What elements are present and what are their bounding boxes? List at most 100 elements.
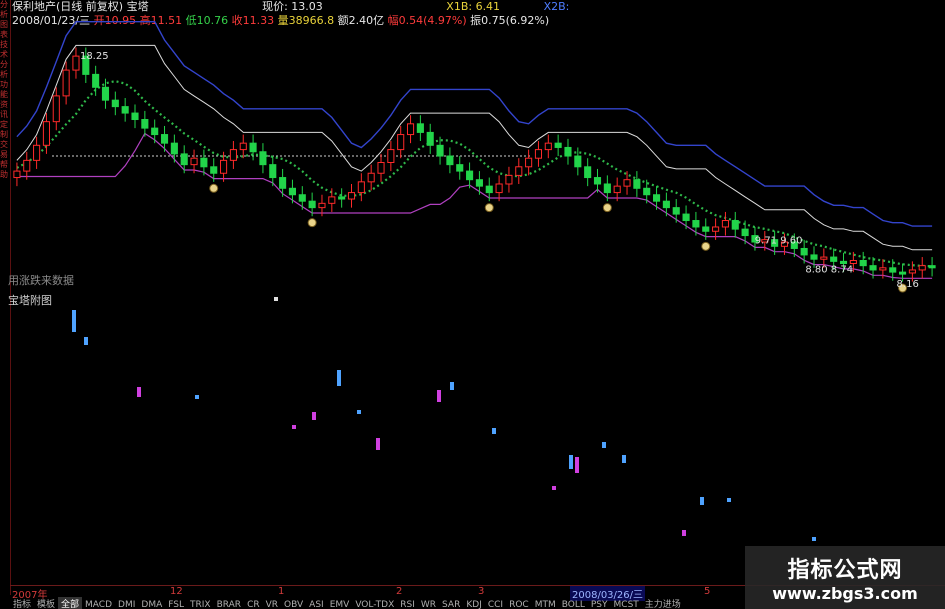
- buy-coin-icon: [307, 218, 317, 228]
- indicator-tab[interactable]: WR: [418, 600, 439, 609]
- candle-body: [682, 213, 690, 222]
- subchart-bar: [622, 455, 626, 463]
- candle: [603, 175, 611, 202]
- indicator-tab[interactable]: 模板: [34, 597, 58, 609]
- indicator-tab[interactable]: OBV: [281, 600, 306, 609]
- indicator-tab[interactable]: DMI: [115, 600, 138, 609]
- candle: [387, 141, 395, 172]
- candle-body: [613, 185, 621, 194]
- candle-body: [101, 86, 110, 101]
- candle: [170, 134, 178, 163]
- candle-body: [712, 226, 720, 232]
- candle-body: [741, 228, 749, 237]
- candle: [397, 125, 405, 159]
- candle: [141, 110, 149, 137]
- candle-body: [593, 177, 602, 185]
- side-axis-glyph: 表: [0, 30, 8, 39]
- upper-band-line: [16, 21, 933, 227]
- candle-body: [830, 256, 838, 262]
- candle: [692, 211, 700, 236]
- candle: [160, 125, 169, 152]
- candle-body: [397, 134, 405, 151]
- candle-body: [347, 192, 356, 200]
- indicator-tab[interactable]: SAR: [439, 600, 463, 609]
- candle: [918, 257, 926, 279]
- indicator-tab[interactable]: 主力进场: [642, 597, 684, 609]
- candle-body: [426, 131, 434, 146]
- subchart-bar: [84, 337, 88, 345]
- side-axis-glyph: 交: [0, 140, 8, 149]
- indicator-tab[interactable]: DMA: [138, 600, 165, 609]
- indicator-tab[interactable]: 全部: [58, 597, 83, 609]
- subchart-bar: [682, 530, 686, 536]
- indicator-tab[interactable]: MACD: [82, 600, 115, 609]
- candle: [279, 168, 287, 197]
- main-kline-chart[interactable]: 18.25 9.71 9.60 8.80 8.74 8.16: [12, 0, 945, 585]
- indicator-tab[interactable]: KDJ: [463, 600, 485, 609]
- candle-body: [288, 187, 297, 196]
- candle-body: [387, 149, 395, 164]
- indicator-tab[interactable]: MTM: [532, 600, 559, 609]
- subchart-bar: [602, 442, 606, 448]
- candle-body: [505, 174, 513, 185]
- sub-pane-title: 宝塔附图: [8, 294, 52, 307]
- candle-body: [574, 155, 582, 168]
- candle: [505, 166, 513, 193]
- candle-body: [446, 155, 454, 166]
- indicator-tab[interactable]: BRAR: [214, 600, 244, 609]
- candle-body: [298, 194, 306, 202]
- indicator-tab[interactable]: EMV: [327, 600, 353, 609]
- candle: [584, 158, 592, 187]
- buy-coin-icon: [602, 203, 612, 213]
- candle-body: [544, 142, 552, 151]
- candle-body: [131, 112, 139, 121]
- indicator-tab[interactable]: BOLL: [559, 600, 588, 609]
- candle-body: [52, 95, 60, 123]
- indicator-tab[interactable]: RSI: [397, 600, 418, 609]
- candle-body: [200, 157, 208, 168]
- candle: [121, 98, 129, 122]
- axis-month-12: 12: [170, 586, 183, 597]
- candle: [347, 183, 356, 208]
- candle-body: [554, 142, 562, 148]
- candle: [534, 141, 543, 167]
- indicator-tab[interactable]: ROC: [506, 600, 532, 609]
- candle: [298, 186, 306, 210]
- indicator-tab[interactable]: CCI: [485, 600, 506, 609]
- high-price-label: 18.25: [80, 51, 109, 62]
- indicator-tab[interactable]: 指标: [10, 597, 34, 609]
- candle-body: [367, 172, 375, 183]
- candle: [593, 168, 602, 193]
- candle: [92, 65, 100, 96]
- candle-body: [849, 260, 857, 265]
- candle-body: [623, 179, 631, 187]
- mid-price-label: 8.80 8.74: [805, 265, 853, 276]
- indicator-tab[interactable]: ASI: [306, 600, 327, 609]
- candle: [111, 91, 119, 116]
- candle: [721, 211, 729, 236]
- indicator-tab[interactable]: CR: [244, 600, 263, 609]
- indicator-tab[interactable]: VR: [263, 600, 281, 609]
- indicator-tab[interactable]: MCST: [611, 600, 642, 609]
- mid-price-label: 9.71 9.60: [755, 236, 803, 247]
- candle: [357, 173, 365, 202]
- candle-body: [318, 202, 326, 209]
- indicator-tab[interactable]: FSL: [165, 600, 187, 609]
- side-axis-glyph: 能: [0, 90, 8, 99]
- indicator-tab[interactable]: VOL-TDX: [352, 600, 397, 609]
- candle: [180, 145, 188, 174]
- candle-body: [702, 226, 710, 232]
- candle: [151, 119, 159, 144]
- candle: [13, 162, 21, 187]
- candle-body: [652, 194, 661, 202]
- candle-body: [731, 220, 739, 230]
- candle: [131, 104, 139, 129]
- indicator-tab[interactable]: PSY: [588, 600, 611, 609]
- watermark-title: 指标公式网: [787, 558, 903, 583]
- indicator-tab[interactable]: TRIX: [187, 600, 214, 609]
- candle: [229, 141, 237, 169]
- candle: [564, 138, 572, 165]
- side-axis-glyph: 制: [0, 130, 8, 139]
- candle: [495, 175, 503, 202]
- candle: [731, 211, 739, 238]
